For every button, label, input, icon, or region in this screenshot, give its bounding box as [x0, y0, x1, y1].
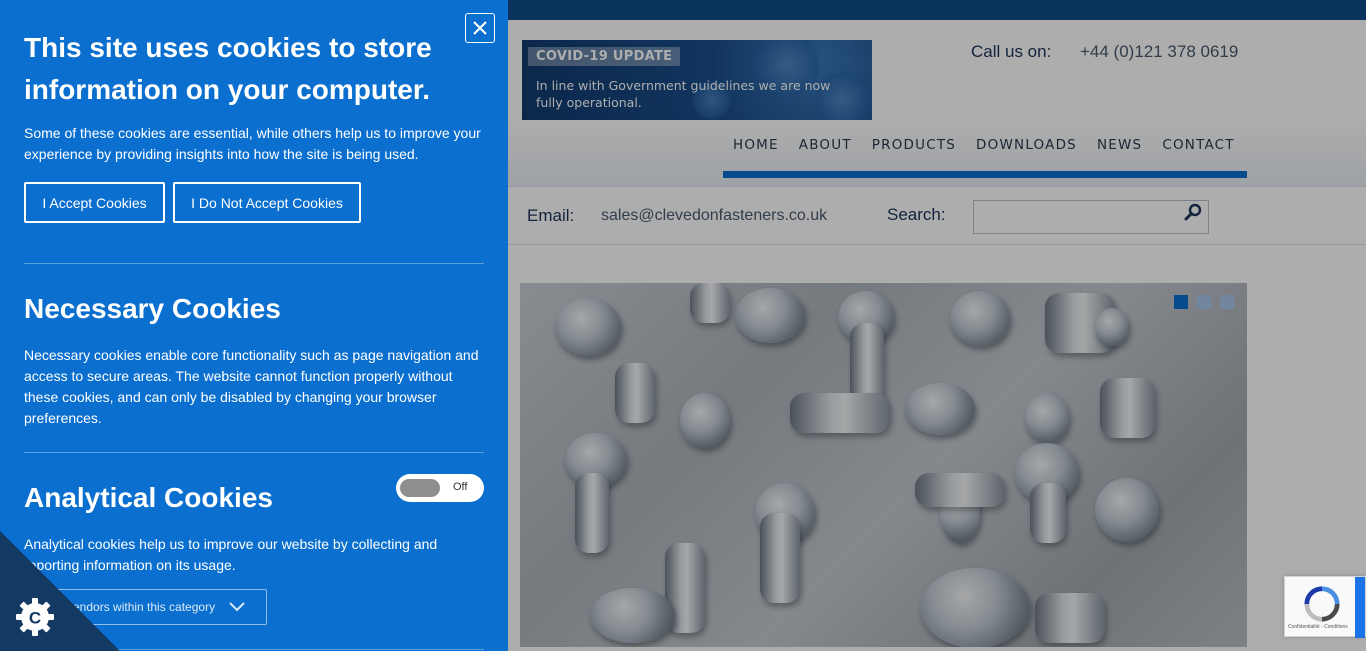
cookie-panel-title: This site uses cookies to store informat… — [24, 32, 432, 105]
reject-cookies-button[interactable]: I Do Not Accept Cookies — [173, 182, 361, 223]
toggle-knob — [400, 479, 440, 497]
recaptcha-tab — [1355, 577, 1365, 638]
svg-text:C: C — [29, 609, 41, 628]
recaptcha-badge[interactable]: Confidentialité - Conditions — [1284, 576, 1366, 638]
vendors-label: vendors within this category — [67, 600, 216, 614]
analytical-cookies-text: Analytical cookies help us to improve ou… — [24, 536, 438, 573]
cookie-settings-icon[interactable]: C — [15, 597, 55, 637]
toggle-state-label: Off — [453, 481, 468, 493]
accept-cookies-button[interactable]: I Accept Cookies — [24, 182, 165, 223]
cookie-intro-text: Some of these cookies are essential, whi… — [24, 125, 481, 162]
divider — [24, 452, 484, 453]
necessary-cookies-heading: Necessary Cookies — [24, 293, 281, 324]
analytical-cookies-toggle[interactable]: Off — [396, 474, 484, 502]
necessary-cookies-text: Necessary cookies enable core functional… — [24, 347, 479, 426]
close-icon — [473, 21, 487, 35]
chevron-down-icon — [229, 602, 245, 612]
divider — [24, 263, 484, 264]
analytical-cookies-heading: Analytical Cookies — [24, 482, 273, 513]
cookie-consent-panel: This site uses cookies to store informat… — [0, 0, 508, 651]
close-button[interactable] — [465, 13, 495, 43]
recaptcha-icon — [1304, 586, 1340, 622]
recaptcha-text[interactable]: Confidentialité - Conditions — [1288, 624, 1348, 630]
